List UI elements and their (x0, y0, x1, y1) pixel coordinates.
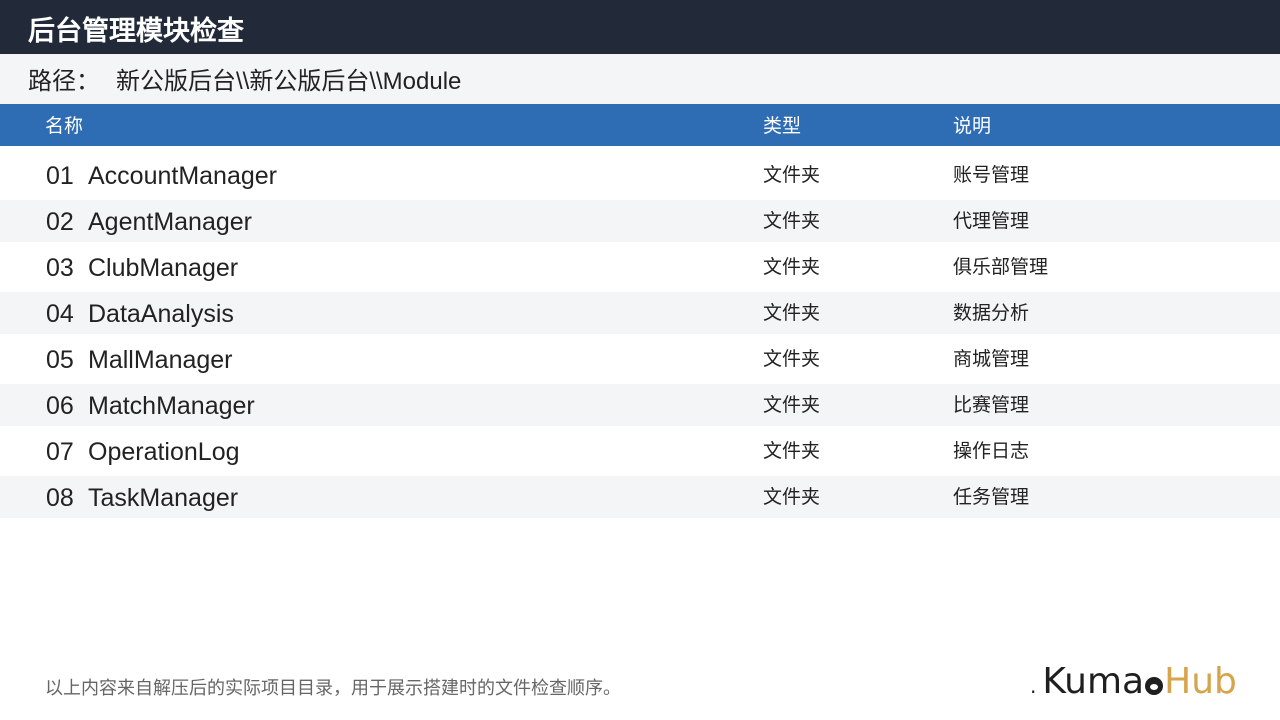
row-number: 04 (46, 300, 74, 328)
table-row: 08 TaskManager 文件夹 任务管理 (0, 476, 1280, 518)
row-type: 文件夹 (763, 303, 821, 324)
kumahub-logo: . Kuma Hub (1030, 660, 1237, 704)
row-type: 文件夹 (763, 349, 821, 370)
path-bar: 路径： 新公版后台\\新公版后台\\Module (0, 54, 1280, 104)
row-desc: 商城管理 (953, 349, 1030, 370)
row-desc: 比赛管理 (953, 395, 1030, 416)
row-type: 文件夹 (763, 257, 821, 278)
path-value: 新公版后台\\新公版后台\\Module (116, 68, 462, 95)
row-type: 文件夹 (763, 211, 821, 232)
table-row: 05 MallManager 文件夹 商城管理 (0, 338, 1280, 380)
row-desc: 账号管理 (953, 165, 1030, 186)
column-header-name: 名称 (45, 116, 84, 137)
row-name: TaskManager (88, 484, 239, 512)
row-name: AgentManager (88, 208, 253, 236)
column-header-desc: 说明 (953, 116, 992, 137)
table-row: 04 DataAnalysis 文件夹 数据分析 (0, 292, 1280, 334)
path-label: 路径： (28, 68, 100, 95)
column-header-type: 类型 (763, 116, 802, 137)
row-desc: 操作日志 (953, 441, 1030, 462)
page-title: 后台管理模块检查 (28, 16, 244, 46)
table-row: 07 OperationLog 文件夹 操作日志 (0, 430, 1280, 472)
row-type: 文件夹 (763, 165, 821, 186)
table-row: 03 ClubManager 文件夹 俱乐部管理 (0, 246, 1280, 288)
row-number: 02 (46, 208, 74, 236)
table-row: 06 MatchManager 文件夹 比赛管理 (0, 384, 1280, 426)
table-row: 02 AgentManager 文件夹 代理管理 (0, 200, 1280, 242)
row-desc: 代理管理 (953, 211, 1030, 232)
row-number: 05 (46, 346, 74, 374)
row-name: ClubManager (88, 254, 239, 282)
row-name: MallManager (88, 346, 233, 374)
logo-text-hub: Hub (1164, 661, 1237, 702)
row-name: DataAnalysis (88, 300, 234, 328)
slide-page: 后台管理模块检查 路径： 新公版后台\\新公版后台\\Module 名称 类型 … (0, 0, 1280, 720)
title-bar: 后台管理模块检查 (0, 0, 1280, 54)
row-number: 01 (46, 162, 74, 190)
row-name: AccountManager (88, 162, 278, 190)
table-row: 01 AccountManager 文件夹 账号管理 (0, 154, 1280, 196)
footnote-text: 以上内容来自解压后的实际项目目录，用于展示搭建时的文件检查顺序。 (45, 678, 621, 698)
row-desc: 俱乐部管理 (953, 257, 1049, 278)
row-type: 文件夹 (763, 487, 821, 508)
logo-dot: . (1030, 674, 1037, 698)
row-type: 文件夹 (763, 395, 821, 416)
row-number: 06 (46, 392, 74, 420)
row-desc: 数据分析 (953, 303, 1030, 324)
table-header: 名称 类型 说明 (0, 104, 1280, 146)
table-body: 01 AccountManager 文件夹 账号管理 02 AgentManag… (0, 154, 1280, 522)
row-number: 07 (46, 438, 74, 466)
row-number: 08 (46, 484, 74, 512)
logo-text-kuma: Kuma (1042, 661, 1145, 702)
paw-icon (1145, 677, 1164, 695)
row-type: 文件夹 (763, 441, 821, 462)
row-name: OperationLog (88, 438, 240, 466)
row-desc: 任务管理 (953, 487, 1030, 508)
row-name: MatchManager (88, 392, 255, 420)
row-number: 03 (46, 254, 74, 282)
